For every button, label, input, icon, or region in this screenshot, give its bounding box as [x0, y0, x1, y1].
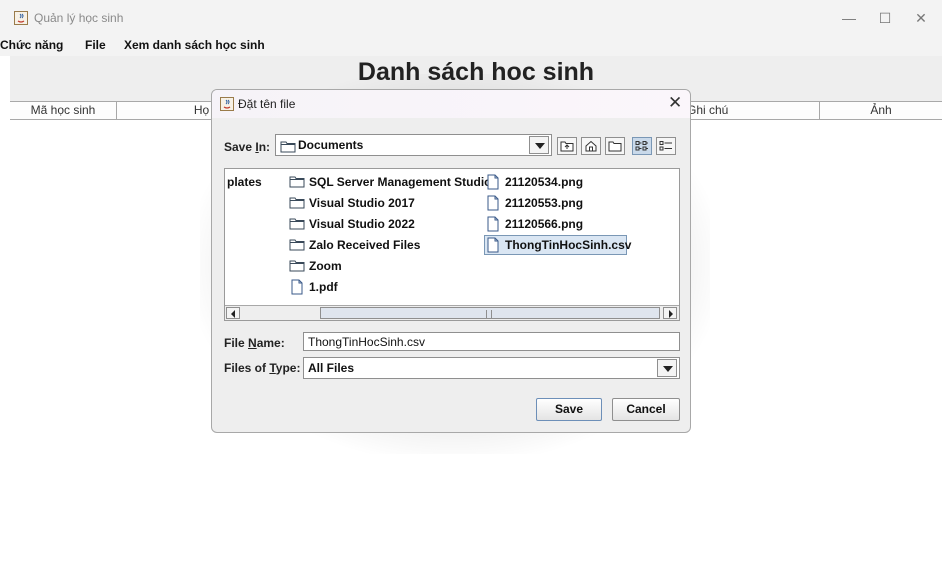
menu-xem-danh-sach[interactable]: Xem danh sách học sinh — [124, 38, 265, 52]
folder-icon — [289, 197, 305, 209]
scroll-thumb[interactable] — [320, 307, 660, 319]
dialog-close-button[interactable]: ✕ — [668, 93, 682, 113]
grip-icon — [486, 310, 492, 318]
save-in-value: Documents — [298, 138, 364, 152]
file-icon — [291, 279, 303, 295]
horizontal-scrollbar[interactable] — [225, 305, 679, 320]
dialog-title: Đặt tên file — [238, 97, 296, 111]
folder-icon — [289, 218, 305, 230]
cancel-button[interactable]: Cancel — [612, 398, 680, 421]
new-folder-icon — [608, 141, 622, 152]
details-view-icon — [659, 141, 672, 151]
column-header-anh[interactable]: Ảnh — [820, 102, 942, 119]
scroll-right-icon[interactable] — [663, 307, 677, 319]
file-list[interactable]: plates SQL Server Management Studio Visu… — [224, 168, 680, 321]
save-file-dialog: Đặt tên file ✕ Save In: Documents plates… — [211, 89, 691, 433]
file-icon — [487, 174, 499, 190]
title-bar: Quản lý học sinh — ☐ ✕ — [0, 0, 942, 36]
file-icon — [487, 195, 499, 211]
folder-icon — [280, 141, 296, 153]
file-type-combo[interactable]: All Files — [303, 357, 680, 379]
save-in-label: Save In: — [224, 140, 271, 154]
home-icon — [585, 140, 597, 152]
chevron-down-icon[interactable] — [657, 359, 677, 377]
column-header-ma-hoc-sinh[interactable]: Mã học sinh — [10, 102, 117, 119]
save-in-combo[interactable]: Documents — [275, 134, 552, 156]
maximize-button[interactable]: ☐ — [870, 7, 900, 29]
file-type-label: Files of Type: — [224, 361, 301, 375]
folder-icon — [289, 176, 305, 188]
java-app-icon — [14, 11, 28, 25]
up-folder-icon — [560, 141, 574, 152]
home-button[interactable] — [581, 137, 601, 155]
menu-bar: Chức năng File Xem danh sách học sinh — [0, 36, 942, 56]
close-button[interactable]: ✕ — [906, 7, 936, 29]
dialog-title-bar: Đặt tên file ✕ — [212, 90, 690, 118]
folder-icon — [289, 239, 305, 251]
menu-file[interactable]: File — [85, 38, 106, 52]
file-name-label: File Name: — [224, 336, 285, 350]
list-item-selected[interactable]: ThongTinHocSinh.csv — [484, 235, 631, 255]
file-type-value: All Files — [308, 361, 355, 375]
chevron-down-icon[interactable] — [529, 136, 549, 154]
scroll-left-icon[interactable] — [226, 307, 240, 319]
folder-icon — [289, 260, 305, 272]
details-view-button[interactable] — [656, 137, 676, 155]
java-app-icon — [220, 97, 234, 111]
up-folder-button[interactable] — [557, 137, 577, 155]
menu-chuc-nang[interactable]: Chức năng — [0, 38, 63, 52]
minimize-button[interactable]: — — [834, 7, 864, 29]
file-icon — [487, 237, 499, 253]
new-folder-button[interactable] — [605, 137, 625, 155]
list-view-icon — [635, 141, 648, 151]
window-title: Quản lý học sinh — [34, 11, 124, 25]
list-view-button[interactable] — [632, 137, 652, 155]
save-button[interactable]: Save — [536, 398, 602, 421]
file-icon — [487, 216, 499, 232]
file-name-input[interactable] — [303, 332, 680, 351]
